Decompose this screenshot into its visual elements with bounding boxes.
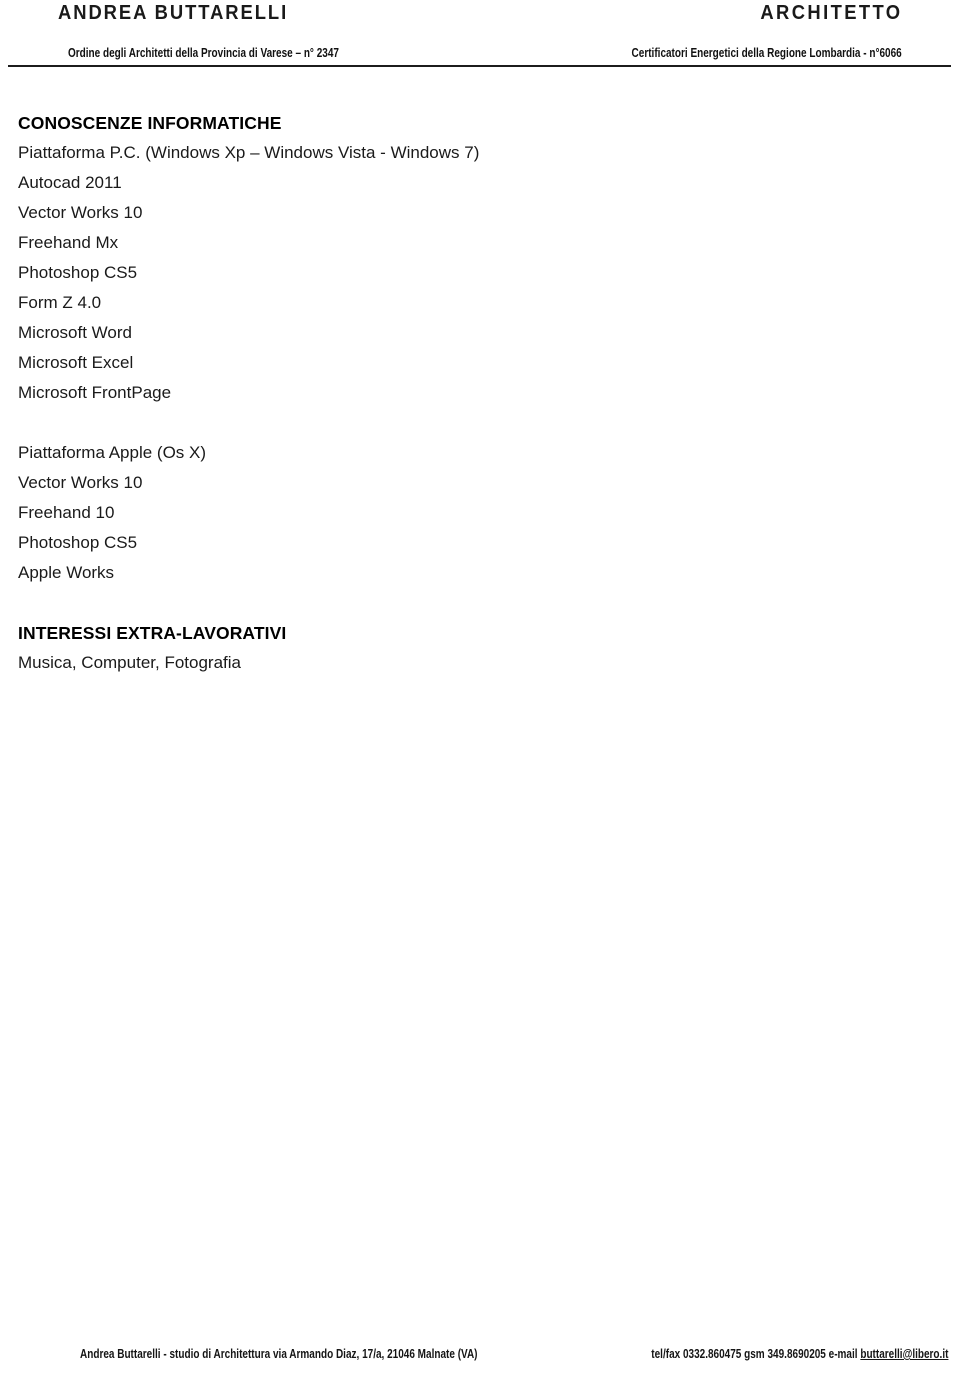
section-heading-interessi: INTERESSI EXTRA-LAVORATIVI (18, 623, 287, 643)
letterhead-role: ARCHITETTO (760, 2, 903, 24)
list-item: Microsoft Word (18, 323, 132, 342)
pc-platform-label: Piattaforma P.C. (Windows Xp – Windows V… (18, 143, 480, 162)
document-body: CONOSCENZE INFORMATICHE Piattaforma P.C.… (18, 108, 918, 678)
list-item: Form Z 4.0 (18, 293, 102, 312)
list-item: Musica, Computer, Fotografia (18, 653, 241, 672)
registration-order-architects: Ordine degli Architetti della Provincia … (68, 46, 339, 60)
letterhead: ANDREA BUTTARELLI ARCHITETTO Ordine degl… (0, 0, 960, 78)
footer-phone-text: tel/fax 0332.860475 gsm 349.8690205 e-ma… (651, 1347, 861, 1361)
section-interessi-extra-lavorativi: INTERESSI EXTRA-LAVORATIVI Musica, Compu… (18, 618, 918, 678)
section-heading-informatiche: CONOSCENZE INFORMATICHE (18, 113, 282, 133)
list-item: Microsoft Excel (18, 353, 134, 372)
list-item: Vector Works 10 (18, 473, 143, 492)
letterhead-title-row: ANDREA BUTTARELLI ARCHITETTO (58, 2, 903, 25)
list-item: Apple Works (18, 563, 115, 582)
list-item: Freehand Mx (18, 233, 119, 252)
registration-energy-certifiers: Certificatori Energetici della Regione L… (631, 46, 902, 60)
letterhead-divider (8, 65, 951, 67)
section-conoscenze-informatiche: CONOSCENZE INFORMATICHE Piattaforma P.C.… (18, 108, 918, 588)
footer-email-link[interactable]: buttarelli@libero.it (860, 1347, 948, 1361)
list-item: Autocad 2011 (18, 173, 122, 192)
list-item: Freehand 10 (18, 503, 115, 522)
footer-address: Andrea Buttarelli - studio di Architettu… (80, 1347, 478, 1361)
letterhead-registration-row: Ordine degli Architetti della Provincia … (68, 46, 902, 60)
letterhead-name: ANDREA BUTTARELLI (58, 2, 289, 24)
list-item: Photoshop CS5 (18, 263, 138, 282)
list-item: Microsoft FrontPage (18, 383, 172, 402)
apple-platform-label: Piattaforma Apple (Os X) (18, 443, 207, 462)
list-item: Vector Works 10 (18, 203, 143, 222)
list-item: Photoshop CS5 (18, 533, 138, 552)
footer-content: Andrea Buttarelli - studio di Architettu… (80, 1347, 948, 1361)
footer-contacts: tel/fax 0332.860475 gsm 349.8690205 e-ma… (651, 1347, 948, 1361)
page-footer: Andrea Buttarelli - studio di Architettu… (0, 1335, 960, 1375)
